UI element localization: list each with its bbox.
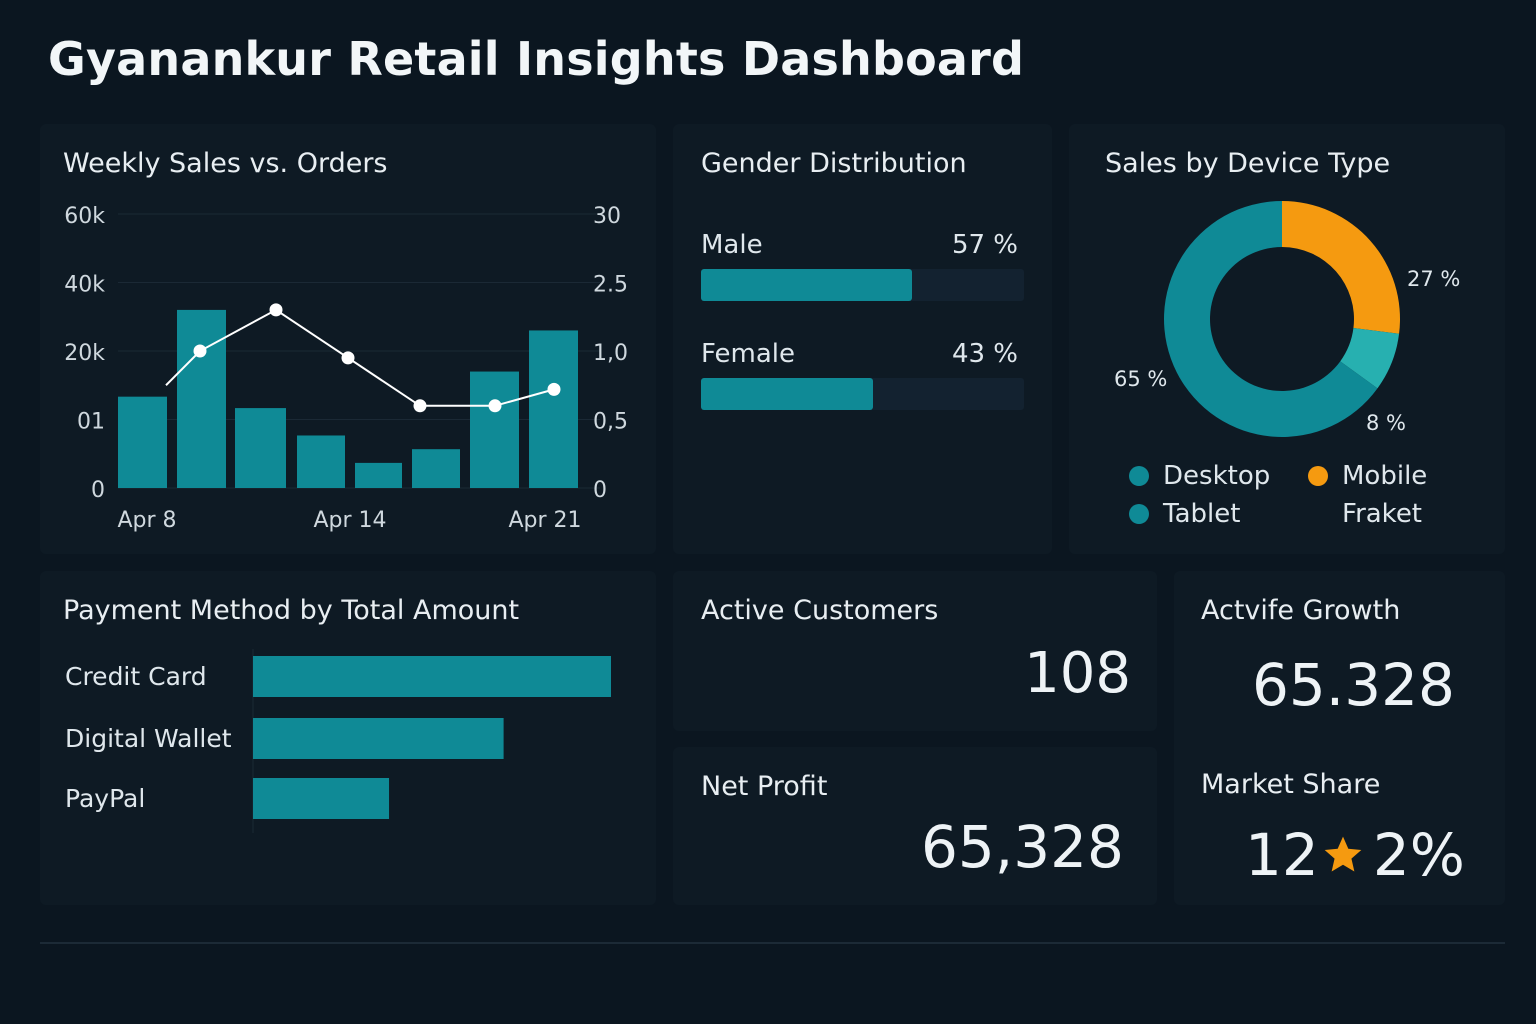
legend-fraket: Fraket (1342, 499, 1422, 529)
net-profit-label: Net Profit (701, 771, 828, 802)
orders-point (341, 351, 355, 365)
y-left-tick-label: 60k (64, 204, 105, 229)
y-right-tick-label: 0 (593, 478, 607, 503)
market-share-value-right: 2% (1372, 821, 1465, 889)
weekly-bar (235, 408, 286, 488)
growth-card: Actvife Growth 65.328 Market Share 12 2% (1174, 571, 1505, 905)
weekly-bar (297, 435, 345, 488)
net-profit-value: 65,328 (921, 813, 1124, 881)
footer-divider (40, 942, 1505, 944)
y-left-tick-label: 40k (64, 273, 105, 298)
legend-dot-tablet (1129, 504, 1149, 524)
legend-dot-mobile (1308, 466, 1328, 486)
gender-label-male: Male (701, 230, 763, 260)
orders-point (269, 303, 283, 317)
weekly-bar (529, 330, 578, 488)
x-tick-label: Apr 8 (117, 508, 176, 533)
payment-label: PayPal (65, 784, 145, 813)
device-pct-desktop: 65 % (1114, 367, 1168, 391)
weekly-sales-card: Weekly Sales vs. Orders 60k 30 40k 2.5 20k 1,… (40, 124, 656, 554)
active-customers-card: Active Customers 108 (673, 571, 1157, 731)
payment-label: Digital Wallet (65, 724, 232, 753)
gender-label-female: Female (701, 339, 796, 369)
legend-label-mobile: Mobile (1342, 461, 1428, 491)
orders-point (193, 344, 207, 358)
donut-slice-mobile (1282, 201, 1400, 334)
orders-point (413, 399, 427, 413)
legend-label-fraket: Fraket (1342, 499, 1423, 529)
active-growth-value: 65.328 (1252, 651, 1455, 719)
weekly-bar (177, 309, 226, 488)
orders-point (547, 382, 561, 396)
net-profit-card: Net Profit 65,328 (673, 747, 1157, 905)
active-growth-label: Actvife Growth (1201, 595, 1401, 626)
active-customers-label: Active Customers (701, 595, 939, 626)
legend-label-tablet: Tablet (1163, 499, 1241, 529)
legend-tablet: Tablet (1129, 499, 1240, 529)
legend-mobile: Mobile (1308, 461, 1427, 491)
legend-label-desktop: Desktop (1163, 461, 1271, 491)
page-title: Gyanankur Retail Insights Dashboard (48, 32, 1025, 86)
orders-point (488, 399, 502, 413)
device-card: Sales by Device Type 27 % 65 % 8 % Deskt… (1069, 124, 1505, 554)
gender-bar-male (701, 269, 913, 301)
gender-value-male: 57 % (951, 230, 1018, 260)
y-left-tick-label: 01 (77, 410, 105, 435)
gender-card: Gender Distribution Male 57 % Female 43 … (673, 124, 1052, 554)
y-left-tick-label: 0 (91, 478, 105, 503)
device-pct-tablet: 8 % (1366, 411, 1406, 435)
payment-bar (253, 718, 504, 759)
gender-track-male (701, 269, 1024, 301)
x-tick-label: Apr 21 (508, 508, 581, 533)
weekly-bar (118, 396, 167, 488)
y-right-tick-label: 30 (593, 204, 621, 229)
payment-bar (253, 656, 611, 697)
weekly-bar (470, 371, 519, 488)
weekly-bar (355, 462, 402, 488)
weekly-bar (412, 449, 460, 488)
market-share-label: Market Share (1201, 769, 1381, 800)
payment-bar (253, 778, 390, 819)
device-pct-mobile: 27 % (1407, 267, 1461, 291)
y-right-tick-label: 0,5 (593, 410, 628, 435)
payment-card: Payment Method by Total Amount Credit Ca… (40, 571, 656, 905)
gender-bar-female (701, 378, 874, 410)
gender-title: Gender Distribution (701, 148, 967, 179)
market-share-value-left: 12 (1245, 821, 1319, 889)
x-tick-label: Apr 14 (313, 508, 386, 533)
active-customers-value: 108 (1024, 641, 1131, 706)
y-right-tick-label: 1,0 (593, 341, 628, 366)
payment-chart: Credit Card Digital Wallet PayPal (65, 649, 611, 833)
y-left-tick-label: 20k (64, 341, 105, 366)
star-icon (1324, 836, 1362, 872)
gender-value-female: 43 % (951, 339, 1018, 369)
gender-track-female (701, 378, 1024, 410)
payment-label: Credit Card (65, 662, 207, 691)
legend-dot-desktop (1129, 466, 1149, 486)
weekly-sales-chart: 60k 30 40k 2.5 20k 1,0 01 0,5 0 0 Apr 8 Apr 14 Apr 2… (64, 204, 628, 533)
y-right-tick-label: 2.5 (593, 273, 628, 298)
legend-desktop: Desktop (1129, 461, 1270, 491)
market-share-value: 12 2% (1245, 821, 1465, 889)
